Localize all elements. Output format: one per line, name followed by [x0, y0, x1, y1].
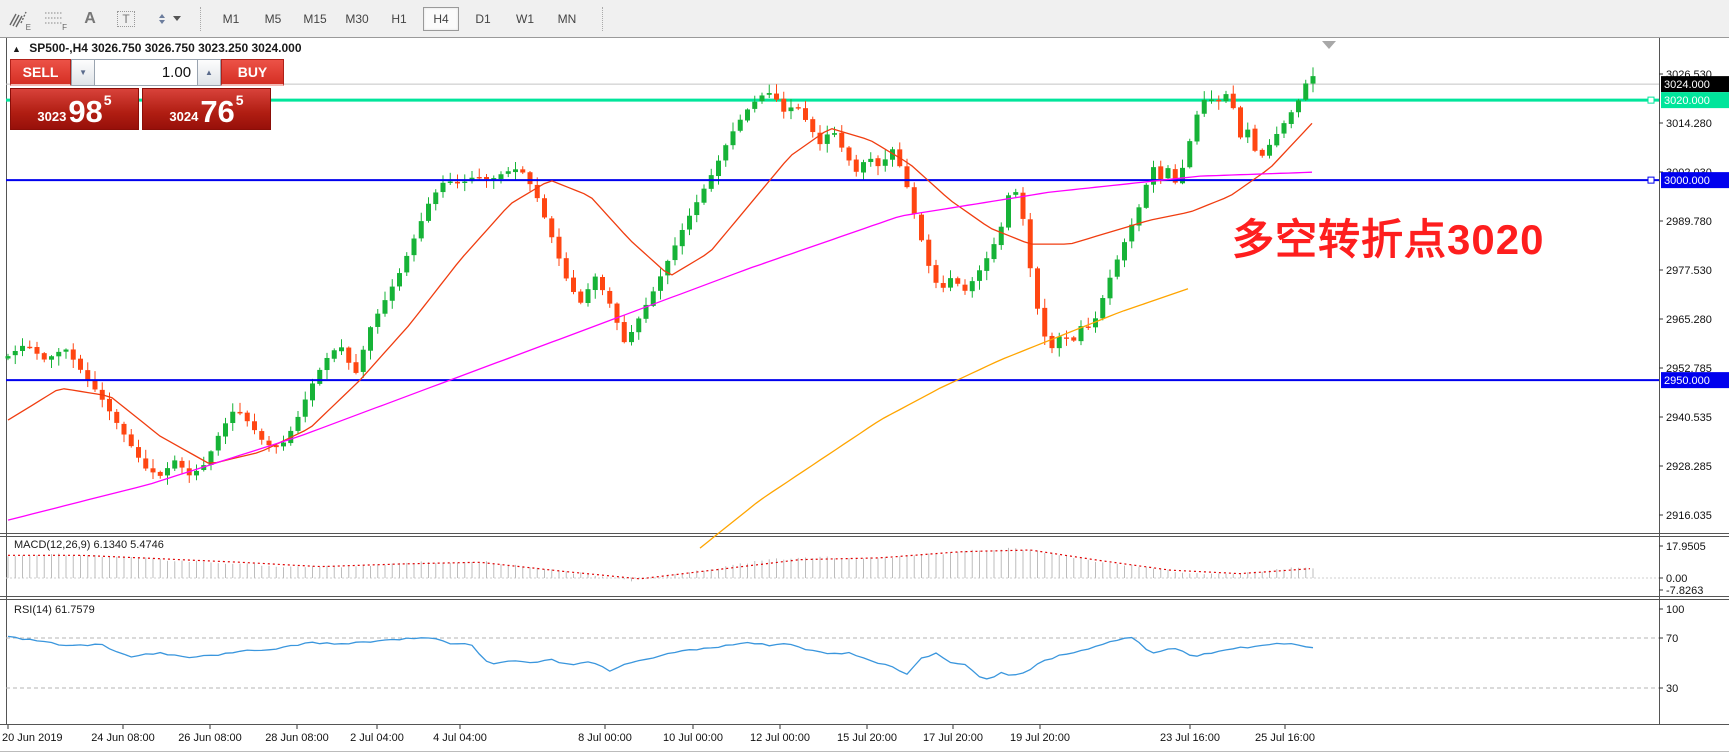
sell-price-small: 3023: [37, 109, 66, 124]
price-axis-label: 2989.780: [1666, 216, 1712, 228]
time-axis-label: 10 Jul 00:00: [663, 732, 723, 744]
time-axis-label: 19 Jul 20:00: [1010, 732, 1070, 744]
price-axis-label: 2965.280: [1666, 314, 1712, 326]
volume-decrease-button[interactable]: ▼: [71, 59, 95, 86]
rsi-axis-label: 100: [1666, 604, 1684, 616]
hline-handle[interactable]: [1648, 97, 1654, 103]
chart-title: ▲ SP500-,H4 3026.750 3026.750 3023.250 3…: [12, 41, 302, 55]
price-axis-label: 2940.535: [1666, 412, 1712, 424]
price-axis-label: 2928.285: [1666, 461, 1712, 473]
hline-handle[interactable]: [1648, 177, 1654, 183]
ma-slow-orange: [700, 289, 1188, 548]
time-axis-label: 24 Jun 08:00: [91, 732, 155, 744]
time-axis-label: 2 Jul 04:00: [350, 732, 404, 744]
collapse-panel-arrow-icon[interactable]: ▲: [12, 44, 21, 54]
volume-input[interactable]: [95, 59, 197, 86]
time-axis-label: 26 Jun 08:00: [178, 732, 242, 744]
time-axis-label: 15 Jul 20:00: [837, 732, 897, 744]
price-tag-label: 3020.000: [1664, 95, 1710, 107]
sell-price-box[interactable]: 3023 98 5: [10, 88, 139, 130]
time-axis-label: 12 Jul 00:00: [750, 732, 810, 744]
buy-price-sup: 5: [236, 91, 244, 108]
price-tag-label: 3000.000: [1664, 175, 1710, 187]
macd-axis-label: -7.8263: [1666, 585, 1703, 597]
time-axis-label: 28 Jun 08:00: [265, 732, 329, 744]
one-click-trade-panel: SELL ▼ ▲ BUY 3023 98 5 3024 76 5: [10, 59, 284, 130]
price-tag-label: 3024.000: [1664, 79, 1710, 91]
time-axis-label: 17 Jul 20:00: [923, 732, 983, 744]
time-axis-label: 23 Jul 16:00: [1160, 732, 1220, 744]
rsi-pane: 100 70 30: [6, 604, 1684, 695]
price-tag-label: 2950.000: [1664, 375, 1710, 387]
buy-button[interactable]: BUY: [221, 59, 284, 86]
time-axis: 20 Jun 2019 24 Jun 08:00 26 Jun 08:00 28 Ju…: [2, 725, 1315, 744]
time-axis-label: 20 Jun 2019: [2, 732, 63, 744]
time-axis-label: 4 Jul 04:00: [433, 732, 487, 744]
volume-increase-button[interactable]: ▲: [197, 59, 221, 86]
macd-axis-label: 0.00: [1666, 573, 1687, 585]
macd-indicator-label: MACD(12,26,9) 6.1340 5.4746: [14, 539, 164, 551]
sell-price-big: 98: [68, 97, 102, 127]
rsi-axis-label: 70: [1666, 633, 1678, 645]
macd-pane: 17.9505 0.00-7.8263: [6, 541, 1706, 597]
rsi-indicator-label: RSI(14) 61.7579: [14, 604, 95, 616]
symbol-period-label: SP500-,H4: [29, 41, 88, 55]
rsi-axis-label: 30: [1666, 683, 1678, 695]
time-axis-label: 25 Jul 16:00: [1255, 732, 1315, 744]
ohlc-values: 3026.750 3026.750 3023.250 3024.000: [91, 41, 301, 55]
price-axis-label: 2916.035: [1666, 510, 1712, 522]
macd-axis-label: 17.9505: [1666, 541, 1706, 553]
sell-button[interactable]: SELL: [10, 59, 71, 86]
buy-price-big: 76: [200, 97, 234, 127]
chart-shift-marker-icon[interactable]: [1322, 41, 1336, 49]
chart-text-annotation[interactable]: 多空转折点3020: [1232, 206, 1544, 267]
price-axis-label: 3014.280: [1666, 118, 1712, 130]
price-axis-label: 2977.530: [1666, 265, 1712, 277]
time-axis-label: 8 Jul 00:00: [578, 732, 632, 744]
buy-price-small: 3024: [169, 109, 198, 124]
trading-terminal-window: E F A T M1M5M15M30H1H4D1W1MN ▲ SP500-,H4: [0, 0, 1729, 753]
rsi-line: [8, 636, 1313, 679]
buy-price-box[interactable]: 3024 76 5: [142, 88, 271, 130]
sell-price-sup: 5: [104, 91, 112, 108]
